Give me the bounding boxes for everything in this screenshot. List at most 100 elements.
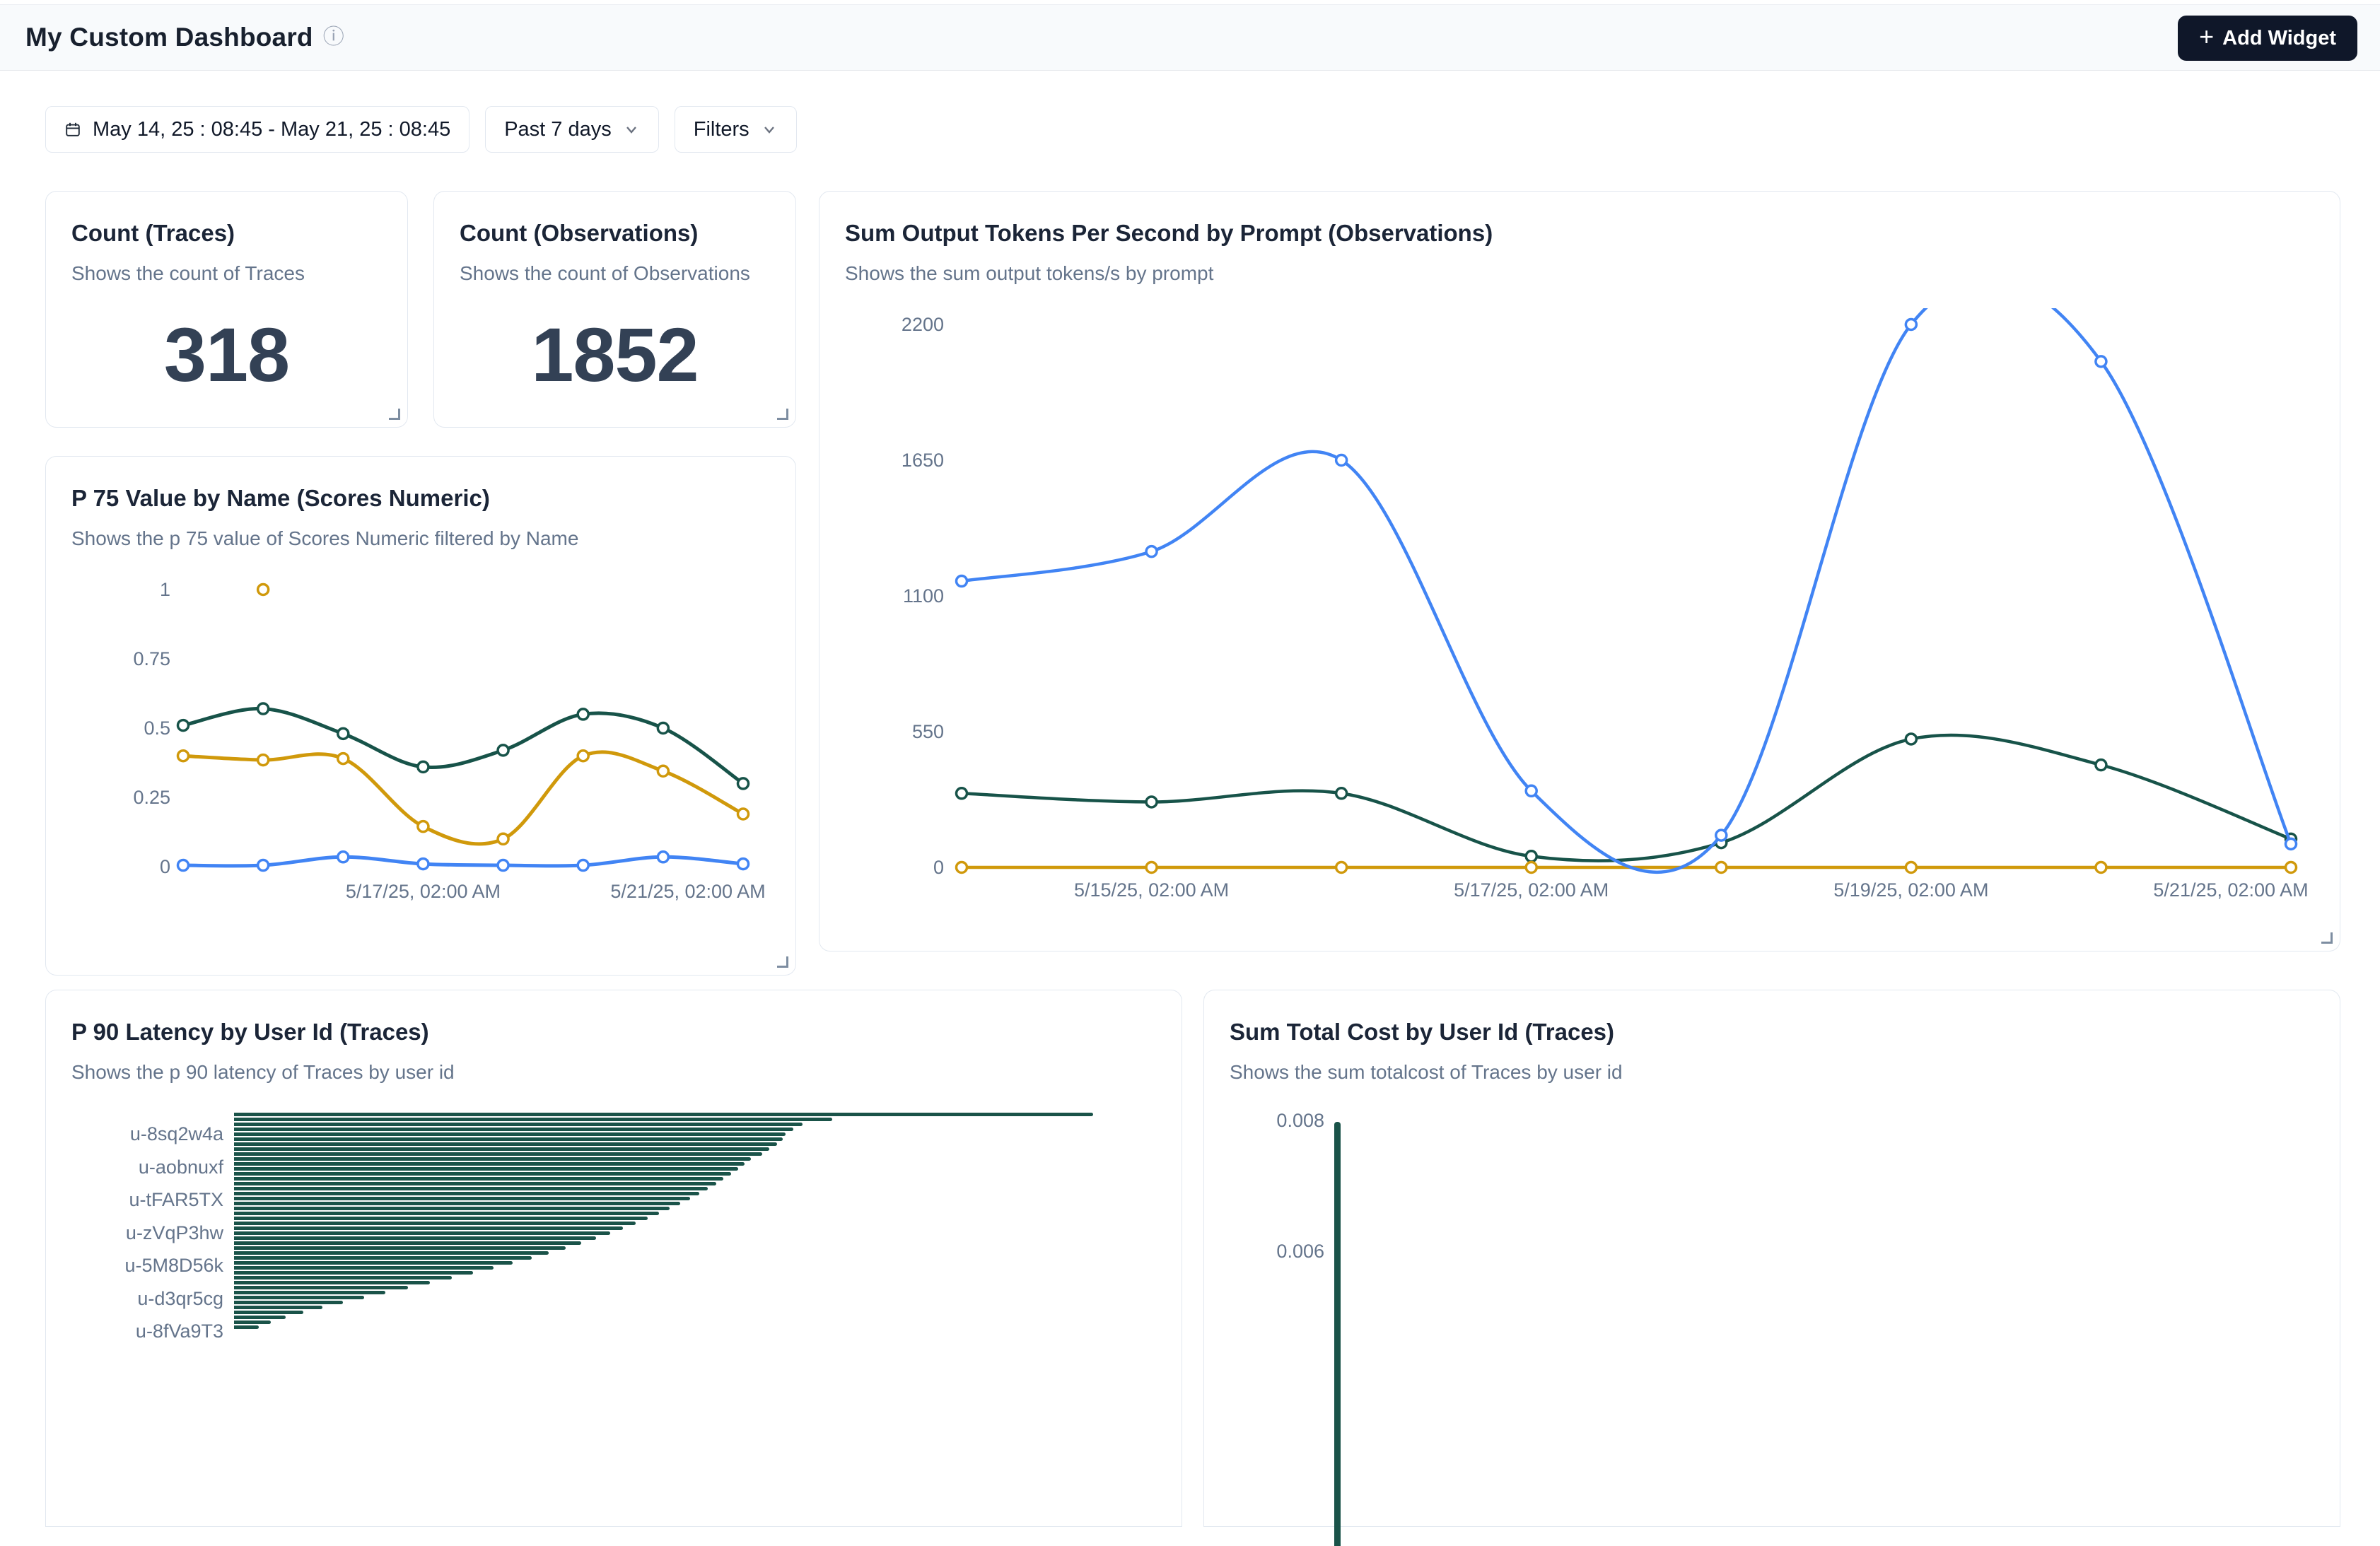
page-title: My Custom Dashboard — [25, 23, 313, 52]
latency-bar — [234, 1128, 793, 1131]
p75-line-chart: 00.250.50.7515/17/25, 02:00 AM5/21/25, 0… — [71, 570, 771, 944]
latency-bar — [234, 1172, 731, 1176]
latency-bar — [234, 1236, 596, 1240]
latency-bar — [234, 1187, 708, 1190]
widget-title: P 90 Latency by User Id (Traces) — [71, 1019, 1156, 1046]
latency-user-id-label: u-aobnuxf — [71, 1156, 223, 1178]
svg-text:0: 0 — [160, 856, 170, 877]
latency-bar — [234, 1132, 786, 1136]
count-observations-value: 1852 — [434, 310, 795, 399]
date-range-picker[interactable]: May 14, 25 : 08:45 - May 21, 25 : 08:45 — [45, 106, 469, 153]
widget-total-cost: Sum Total Cost by User Id (Traces) Shows… — [1203, 990, 2340, 1527]
latency-bar — [234, 1137, 783, 1141]
svg-text:1100: 1100 — [903, 585, 944, 607]
latency-bar — [234, 1212, 659, 1215]
latency-bar — [234, 1162, 745, 1166]
tokens-line-chart: 05501100165022005/15/25, 02:00 AM5/17/25… — [845, 308, 2316, 916]
latency-bar — [234, 1286, 408, 1289]
filters-dropdown[interactable]: Filters — [675, 106, 797, 153]
latency-bar — [234, 1152, 762, 1156]
svg-text:2200: 2200 — [902, 314, 944, 335]
latency-bar — [234, 1281, 430, 1284]
add-widget-button[interactable]: + Add Widget — [2178, 16, 2357, 61]
latency-bar — [234, 1192, 699, 1195]
latency-bar — [234, 1182, 716, 1185]
add-widget-label: Add Widget — [2222, 27, 2336, 50]
svg-text:550: 550 — [912, 721, 944, 742]
resize-handle[interactable] — [777, 956, 788, 968]
svg-text:5/19/25, 02:00 AM: 5/19/25, 02:00 AM — [1833, 879, 1988, 901]
chevron-down-icon — [623, 121, 640, 138]
latency-bar — [234, 1222, 636, 1225]
page-header: My Custom Dashboard ⓘ + Add Widget — [0, 4, 2380, 71]
svg-text:5/17/25, 02:00 AM: 5/17/25, 02:00 AM — [346, 881, 501, 902]
svg-text:5/15/25, 02:00 AM: 5/15/25, 02:00 AM — [1074, 879, 1229, 901]
calendar-icon — [64, 121, 81, 138]
latency-bar — [234, 1231, 610, 1235]
latency-bar — [234, 1123, 803, 1126]
resize-handle[interactable] — [2321, 932, 2333, 944]
latency-bar — [234, 1177, 723, 1181]
latency-user-id-label: u-8sq2w4a — [71, 1123, 223, 1145]
widget-subtitle: Shows the p 90 latency of Traces by user… — [71, 1061, 1156, 1084]
latency-bar — [234, 1325, 259, 1329]
resize-handle[interactable] — [777, 409, 788, 420]
latency-bar — [234, 1142, 777, 1146]
widget-tokens-per-second: Sum Output Tokens Per Second by Prompt (… — [819, 191, 2340, 951]
filters-label: Filters — [694, 118, 749, 141]
info-icon[interactable]: ⓘ — [323, 27, 344, 48]
latency-bar — [234, 1246, 566, 1250]
latency-bar — [234, 1306, 322, 1309]
widget-count-observations: Count (Observations) Shows the count of … — [433, 191, 796, 428]
cost-axis-tick: 0.008 — [1232, 1110, 1324, 1132]
plus-icon: + — [2199, 22, 2214, 52]
widget-subtitle: Shows the p 75 value of Scores Numeric f… — [71, 527, 770, 550]
cost-axis-tick: 0.006 — [1232, 1241, 1324, 1263]
widget-title: Count (Traces) — [71, 220, 382, 247]
latency-bar — [234, 1147, 769, 1151]
latency-bar — [234, 1202, 680, 1205]
widget-title: P 75 Value by Name (Scores Numeric) — [71, 485, 770, 512]
latency-bar — [234, 1271, 473, 1275]
latency-bar — [234, 1320, 271, 1324]
widget-title: Sum Total Cost by User Id (Traces) — [1230, 1019, 2314, 1046]
date-preset-dropdown[interactable]: Past 7 days — [485, 106, 659, 153]
svg-text:0.5: 0.5 — [144, 718, 170, 739]
widget-subtitle: Shows the count of Observations — [460, 262, 770, 285]
svg-text:5/21/25, 02:00 AM: 5/21/25, 02:00 AM — [610, 881, 765, 902]
latency-user-id-label: u-5M8D56k — [71, 1255, 223, 1277]
latency-bar — [234, 1157, 751, 1161]
widget-subtitle: Shows the count of Traces — [71, 262, 382, 285]
latency-bar — [234, 1256, 532, 1260]
latency-bar — [234, 1217, 648, 1220]
widget-p75-scores: P 75 Value by Name (Scores Numeric) Show… — [45, 456, 796, 976]
resize-handle[interactable] — [389, 409, 400, 420]
cost-bar — [1334, 1122, 1341, 1546]
latency-bar — [234, 1207, 670, 1210]
widget-title: Count (Observations) — [460, 220, 770, 247]
latency-bar — [234, 1197, 690, 1200]
widget-p90-latency: P 90 Latency by User Id (Traces) Shows t… — [45, 990, 1182, 1527]
latency-bar — [234, 1301, 343, 1304]
latency-bar — [234, 1261, 513, 1265]
latency-bar — [234, 1167, 738, 1171]
widget-title: Sum Output Tokens Per Second by Prompt (… — [845, 220, 2314, 247]
latency-bar — [234, 1113, 1093, 1116]
latency-bar — [234, 1118, 832, 1121]
latency-bar — [234, 1311, 303, 1314]
latency-user-id-label: u-d3qr5cg — [71, 1288, 223, 1310]
latency-user-id-label: u-zVqP3hw — [71, 1222, 223, 1244]
latency-bar — [234, 1291, 385, 1294]
date-range-value: May 14, 25 : 08:45 - May 21, 25 : 08:45 — [93, 118, 450, 141]
latency-bar — [234, 1251, 549, 1255]
svg-text:0: 0 — [933, 857, 944, 878]
count-traces-value: 318 — [46, 310, 407, 399]
latency-bar — [234, 1296, 364, 1299]
svg-text:5/21/25, 02:00 AM: 5/21/25, 02:00 AM — [2153, 879, 2308, 901]
chevron-down-icon — [761, 121, 778, 138]
latency-bar — [234, 1241, 581, 1245]
latency-bar — [234, 1266, 494, 1270]
svg-text:1: 1 — [160, 579, 170, 600]
date-preset-value: Past 7 days — [504, 118, 612, 141]
widget-count-traces: Count (Traces) Shows the count of Traces… — [45, 191, 408, 428]
